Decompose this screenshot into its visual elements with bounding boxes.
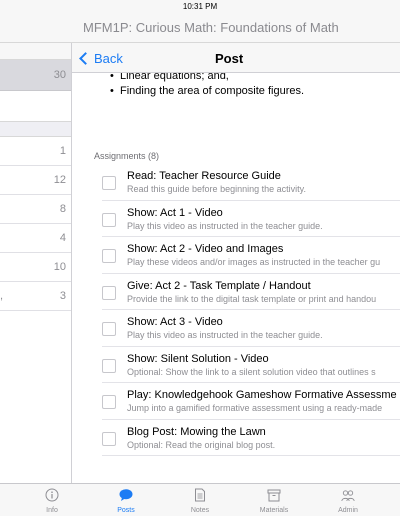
tab-notes[interactable]: Notes [170,484,230,516]
left-list-row-blank[interactable] [0,91,71,122]
assignment-item[interactable]: Give: Act 2 - Task Template / Handout Pr… [102,274,400,310]
assignment-title: Show: Act 1 - Video [127,206,223,219]
note-icon [195,488,205,502]
assignment-checkbox[interactable] [102,212,116,227]
assignment-subtitle: Optional: Read the original blog post. [127,439,276,450]
left-list-row[interactable]: 10 [0,253,71,282]
selected-row-count: 30 [53,69,66,81]
left-list-row[interactable]: 12 [0,166,71,195]
left-list-row[interactable]: 4 [0,224,71,253]
post-content[interactable]: Linear equations; and, Finding the area … [72,73,400,483]
left-list-selected-row[interactable]: 30 [0,60,71,91]
left-list-row[interactable]: 1 [0,137,71,166]
assignment-item[interactable]: Show: Act 2 - Video and Images Play thes… [102,237,400,274]
assignment-title: Read: Teacher Resource Guide [127,170,281,182]
assignment-item[interactable]: Show: Silent Solution - Video Optional: … [102,347,400,383]
objectives-list: Linear equations; and, Finding the area … [110,73,304,99]
status-time: 10:31 PM [182,2,218,11]
tab-info[interactable]: Info [22,484,82,516]
page-title: Post [215,51,244,66]
objective-item: Linear equations; and, [110,73,304,84]
left-list-top [0,43,71,60]
assignment-subtitle: Optional: Show the link to a silent solu… [127,366,376,377]
assignment-subtitle: Play these videos and/or images as instr… [127,257,381,267]
assignment-subtitle: Provide the link to the digital task tem… [127,293,377,304]
left-list-section-header [0,122,71,137]
assignment-title: Play: Knowledgehook Gameshow Formative A… [127,389,397,401]
tab-label: Info [46,507,58,514]
tab-label: Admin [338,507,358,514]
assignment-subtitle: Jump into a gamified formative assessmen… [127,403,383,413]
assignment-item[interactable]: Show: Act 3 - Video Play this video as i… [102,310,400,347]
assignment-subtitle: Play this video as instructed in the tea… [127,330,323,340]
app-title: MFM1P: Curious Math: Foundations of Math [0,13,400,43]
assignment-checkbox[interactable] [102,431,116,446]
row-truncated-text: , [0,290,4,302]
assignment-title: Show: Act 3 - Video [127,316,223,328]
assignment-checkbox[interactable] [102,395,116,409]
status-bar: 10:31 PM [0,0,400,13]
assignment-title: Blog Post: Mowing the Lawn [127,425,266,438]
left-list-pane: 30 1 12 8 4 10 , 3 [0,43,72,483]
row-count: 10 [53,261,66,273]
assignment-item[interactable]: Blog Post: Mowing the Lawn Optional: Rea… [102,420,400,456]
tab-label: Posts [117,507,135,514]
tab-posts[interactable]: Posts [96,484,156,516]
info-icon [45,488,59,502]
assignment-checkbox[interactable] [102,176,116,190]
assignments-header: Assignments (8) [94,151,160,161]
assignments-list: Read: Teacher Resource Guide Read this g… [102,164,400,456]
materials-icon [267,489,281,502]
tab-label: Notes [190,507,210,514]
people-icon [341,490,355,502]
tab-bar: Info Posts Notes Materials Admin [0,483,400,516]
assignment-checkbox[interactable] [102,322,116,336]
tab-admin[interactable]: Admin [318,484,378,516]
row-count: 3 [59,290,66,302]
objective-item: Finding the area of composite figures. [110,84,304,99]
assignment-checkbox[interactable] [102,285,116,300]
assignment-checkbox[interactable] [102,249,116,263]
assignment-item[interactable]: Play: Knowledgehook Gameshow Formative A… [102,383,400,420]
assignment-item[interactable]: Show: Act 1 - Video Play this video as i… [102,201,400,237]
assignment-title: Give: Act 2 - Task Template / Handout [127,279,311,292]
assignment-item[interactable]: Read: Teacher Resource Guide Read this g… [102,164,400,201]
detail-nav-bar: Back Post [72,43,400,73]
row-count: 1 [59,145,66,157]
tab-label: Materials [259,507,289,514]
assignment-subtitle: Play this video as instructed in the tea… [127,220,323,231]
row-count: 12 [53,174,66,186]
tab-materials[interactable]: Materials [244,484,304,516]
row-count: 4 [59,232,66,244]
row-count: 8 [59,203,66,215]
assignment-checkbox[interactable] [102,358,116,373]
left-list-row[interactable]: , 3 [0,282,71,311]
assignment-title: Show: Silent Solution - Video [127,352,269,365]
assignment-subtitle: Read this guide before beginning the act… [127,184,306,194]
assignment-title: Show: Act 2 - Video and Images [127,243,284,255]
left-list-row[interactable]: 8 [0,195,71,224]
speech-bubble-icon [119,489,133,501]
